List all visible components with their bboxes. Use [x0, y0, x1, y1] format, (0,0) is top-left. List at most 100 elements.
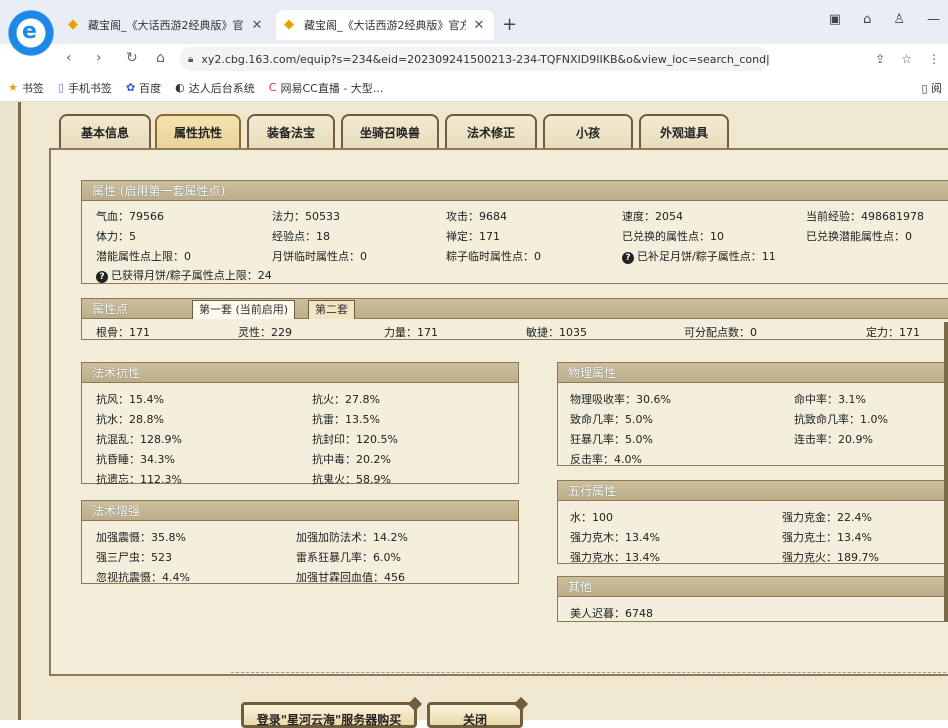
attributes-header: 属性 (启用第一套属性点) — [82, 181, 948, 201]
points-subtab-first[interactable]: 第一套 (当前启用) — [192, 300, 296, 319]
enhance-cell: 加强甘霖回血值：456 — [296, 571, 405, 584]
tab-basic-info[interactable]: 基本信息 — [59, 114, 151, 148]
attr-cell: 经验点：18 — [272, 230, 330, 243]
attr-cell: 当前经验：498681978 — [806, 210, 924, 223]
site-favicon-icon: ◆ — [68, 17, 78, 32]
circle-logo-icon: ◐ — [175, 81, 185, 94]
url-field[interactable]: 🔒︎ xy2.cbg.163.com/equip?s=234&eid=20230… — [180, 47, 770, 71]
cc-logo-icon: C — [268, 81, 277, 94]
forward-icon[interactable]: › — [96, 50, 102, 66]
enhance-cell: 加强加防法术：14.2% — [296, 531, 408, 544]
other-cell: 美人迟暮：6748 — [570, 607, 653, 620]
other-header: 其他 — [558, 577, 948, 597]
attr-cell: 粽子临时属性点：0 — [446, 250, 541, 263]
close-tab-icon[interactable]: ✕ — [472, 18, 486, 33]
document-icon: ▯ — [57, 81, 64, 94]
attr-cell: 潜能属性点上限：0 — [96, 250, 191, 263]
point-cell: 根骨：171 — [96, 326, 150, 339]
attr-cell: 攻击：9684 — [446, 210, 507, 223]
attributes-panel: 属性 (启用第一套属性点) 气血：79566 法力：50533 攻击：9684 … — [81, 180, 948, 284]
element-cell: 强力克土：13.4% — [782, 531, 872, 544]
scrollbar-track[interactable] — [944, 322, 948, 622]
bookmarks-bar: ★ 书签 ▯ 手机书签 ✿ 百度 ◐ 达人后台系统 C 网易CC直播 - 大型... ▯ … — [0, 74, 948, 102]
corner-ornament-icon — [513, 696, 529, 712]
tab-mounts-pets[interactable]: 坐骑召唤兽 — [341, 114, 439, 148]
address-bar-row: ‹ › ↻ ⌂ 🔒︎ xy2.cbg.163.com/equip?s=234&e… — [0, 44, 948, 74]
new-tab-icon[interactable]: + — [502, 14, 517, 35]
enhance-cell: 加强震慑：35.8% — [96, 531, 186, 544]
login-server-button[interactable]: 登录"星河云海"服务器购买 — [241, 696, 423, 728]
minimize-icon[interactable]: — — [927, 12, 940, 27]
tab-equipment[interactable]: 装备法宝 — [247, 114, 335, 148]
home-icon[interactable]: ⌂ — [156, 50, 165, 66]
reload-icon[interactable]: ↻ — [126, 50, 138, 66]
help-icon[interactable]: ? — [96, 271, 108, 283]
browser-tab-title: 藏宝阁_《大话西游2经典版》官方 — [304, 19, 466, 32]
corner-ornament-icon — [407, 696, 423, 712]
address-bar-icons: ⇪ ☆ ⋮ — [875, 52, 940, 66]
close-button[interactable]: 关闭 — [427, 696, 529, 728]
browser-tab-bar: e ◆ 藏宝阁_《大话西游2经典版》官方 ✕ ◆ 藏宝阁_《大话西游2经典版》官… — [0, 0, 948, 56]
star-icon[interactable]: ☆ — [901, 52, 912, 66]
point-cell: 可分配点数：0 — [684, 326, 757, 339]
attr-cell: 法力：50533 — [272, 210, 340, 223]
share-icon[interactable]: ⇪ — [875, 52, 885, 66]
help-icon[interactable]: ? — [622, 252, 634, 264]
element-cell: 强力克水：13.4% — [570, 551, 660, 564]
attr-note: ? 已获得月饼/粽子属性点上限：24 — [96, 267, 272, 283]
resist-cell: 抗雷：13.5% — [312, 413, 380, 426]
close-tab-icon[interactable]: ✕ — [250, 18, 264, 33]
enhance-panel: 法术增强 加强震慑：35.8% 加强加防法术：14.2% 强三尸虫：523 雷系… — [81, 500, 519, 584]
physical-cell: 物理吸收率：30.6% — [570, 393, 671, 406]
point-cell: 力量：171 — [384, 326, 438, 339]
resist-cell: 抗中毒：20.2% — [312, 453, 391, 466]
browser-logo-icon: e — [8, 10, 54, 56]
points-subtab-second[interactable]: 第二套 — [308, 300, 355, 319]
physical-cell: 抗致命几率：1.0% — [794, 413, 888, 426]
enhance-cell: 雷系狂暴几率：6.0% — [296, 551, 401, 564]
tab-list-icon[interactable]: ▣ — [829, 12, 841, 27]
lock-icon: 🔒︎ — [188, 53, 194, 65]
url-text: xy2.cbg.163.com/equip?s=234&eid=20230924… — [201, 52, 770, 66]
resist-cell: 抗封印：120.5% — [312, 433, 398, 446]
element-cell: 强力克木：13.4% — [570, 531, 660, 544]
physical-cell: 致命几率：5.0% — [570, 413, 653, 426]
enhance-cell: 强三尸虫：523 — [96, 551, 172, 564]
attr-cell: 已兑换的属性点：10 — [622, 230, 724, 243]
enhance-header: 法术增强 — [82, 501, 518, 521]
footer-divider — [231, 672, 948, 673]
points-panel: 属性点 第一套 (当前启用) 第二套 根骨：171 灵性：229 力量：171 … — [81, 298, 948, 340]
tab-spell-correction[interactable]: 法术修正 — [445, 114, 537, 148]
bookmark-item[interactable]: ★ 书签 — [8, 80, 44, 96]
bookmark-item[interactable]: ✿ 百度 — [126, 80, 161, 96]
physical-cell: 反击率：4.0% — [570, 453, 642, 466]
bookmark-item[interactable]: ▯ 手机书签 — [58, 80, 112, 96]
browser-tab-1[interactable]: ◆ 藏宝阁_《大话西游2经典版》官方 ✕ — [60, 10, 272, 40]
browser-tab-2[interactable]: ◆ 藏宝阁_《大话西游2经典版》官方 ✕ — [276, 10, 494, 40]
bookmark-item[interactable]: ◐ 达人后台系统 — [175, 80, 255, 96]
attr-cell: 体力：5 — [96, 230, 136, 243]
star-icon: ★ — [8, 81, 18, 94]
document-icon: ▯ — [921, 82, 928, 95]
window-controls: ▣ ⌂ ♙ — — [829, 12, 940, 27]
attr-cell: 月饼临时属性点：0 — [272, 250, 367, 263]
extension-icon[interactable]: ⌂ — [863, 12, 871, 27]
browser-tab-title: 藏宝阁_《大话西游2经典版》官方 — [88, 19, 244, 32]
tab-children[interactable]: 小孩 — [543, 114, 633, 148]
physical-cell: 狂暴几率：5.0% — [570, 433, 653, 446]
attr-cell: ? 已补足月饼/粽子属性点：11 — [622, 248, 776, 264]
shirt-icon[interactable]: ♙ — [893, 12, 905, 27]
attr-cell: 速度：2054 — [622, 210, 683, 223]
point-cell: 灵性：229 — [238, 326, 292, 339]
tab-attributes[interactable]: 属性抗性 — [155, 114, 241, 148]
resist-cell: 抗遗忘：112.3% — [96, 473, 182, 486]
reading-list[interactable]: ▯ 阅 — [921, 80, 942, 96]
tab-appearance[interactable]: 外观道具 — [639, 114, 729, 148]
other-panel: 其他 美人迟暮：6748 — [557, 576, 948, 622]
menu-icon[interactable]: ⋮ — [928, 52, 940, 66]
attr-cell: 气血：79566 — [96, 210, 164, 223]
back-icon[interactable]: ‹ — [66, 50, 72, 66]
page-inner-panel: 基本信息 属性抗性 装备法宝 坐骑召唤兽 法术修正 小孩 外观道具 属性 (启用… — [18, 102, 948, 728]
bookmark-item[interactable]: C 网易CC直播 - 大型... — [269, 80, 384, 96]
physical-cell: 命中率：3.1% — [794, 393, 866, 406]
